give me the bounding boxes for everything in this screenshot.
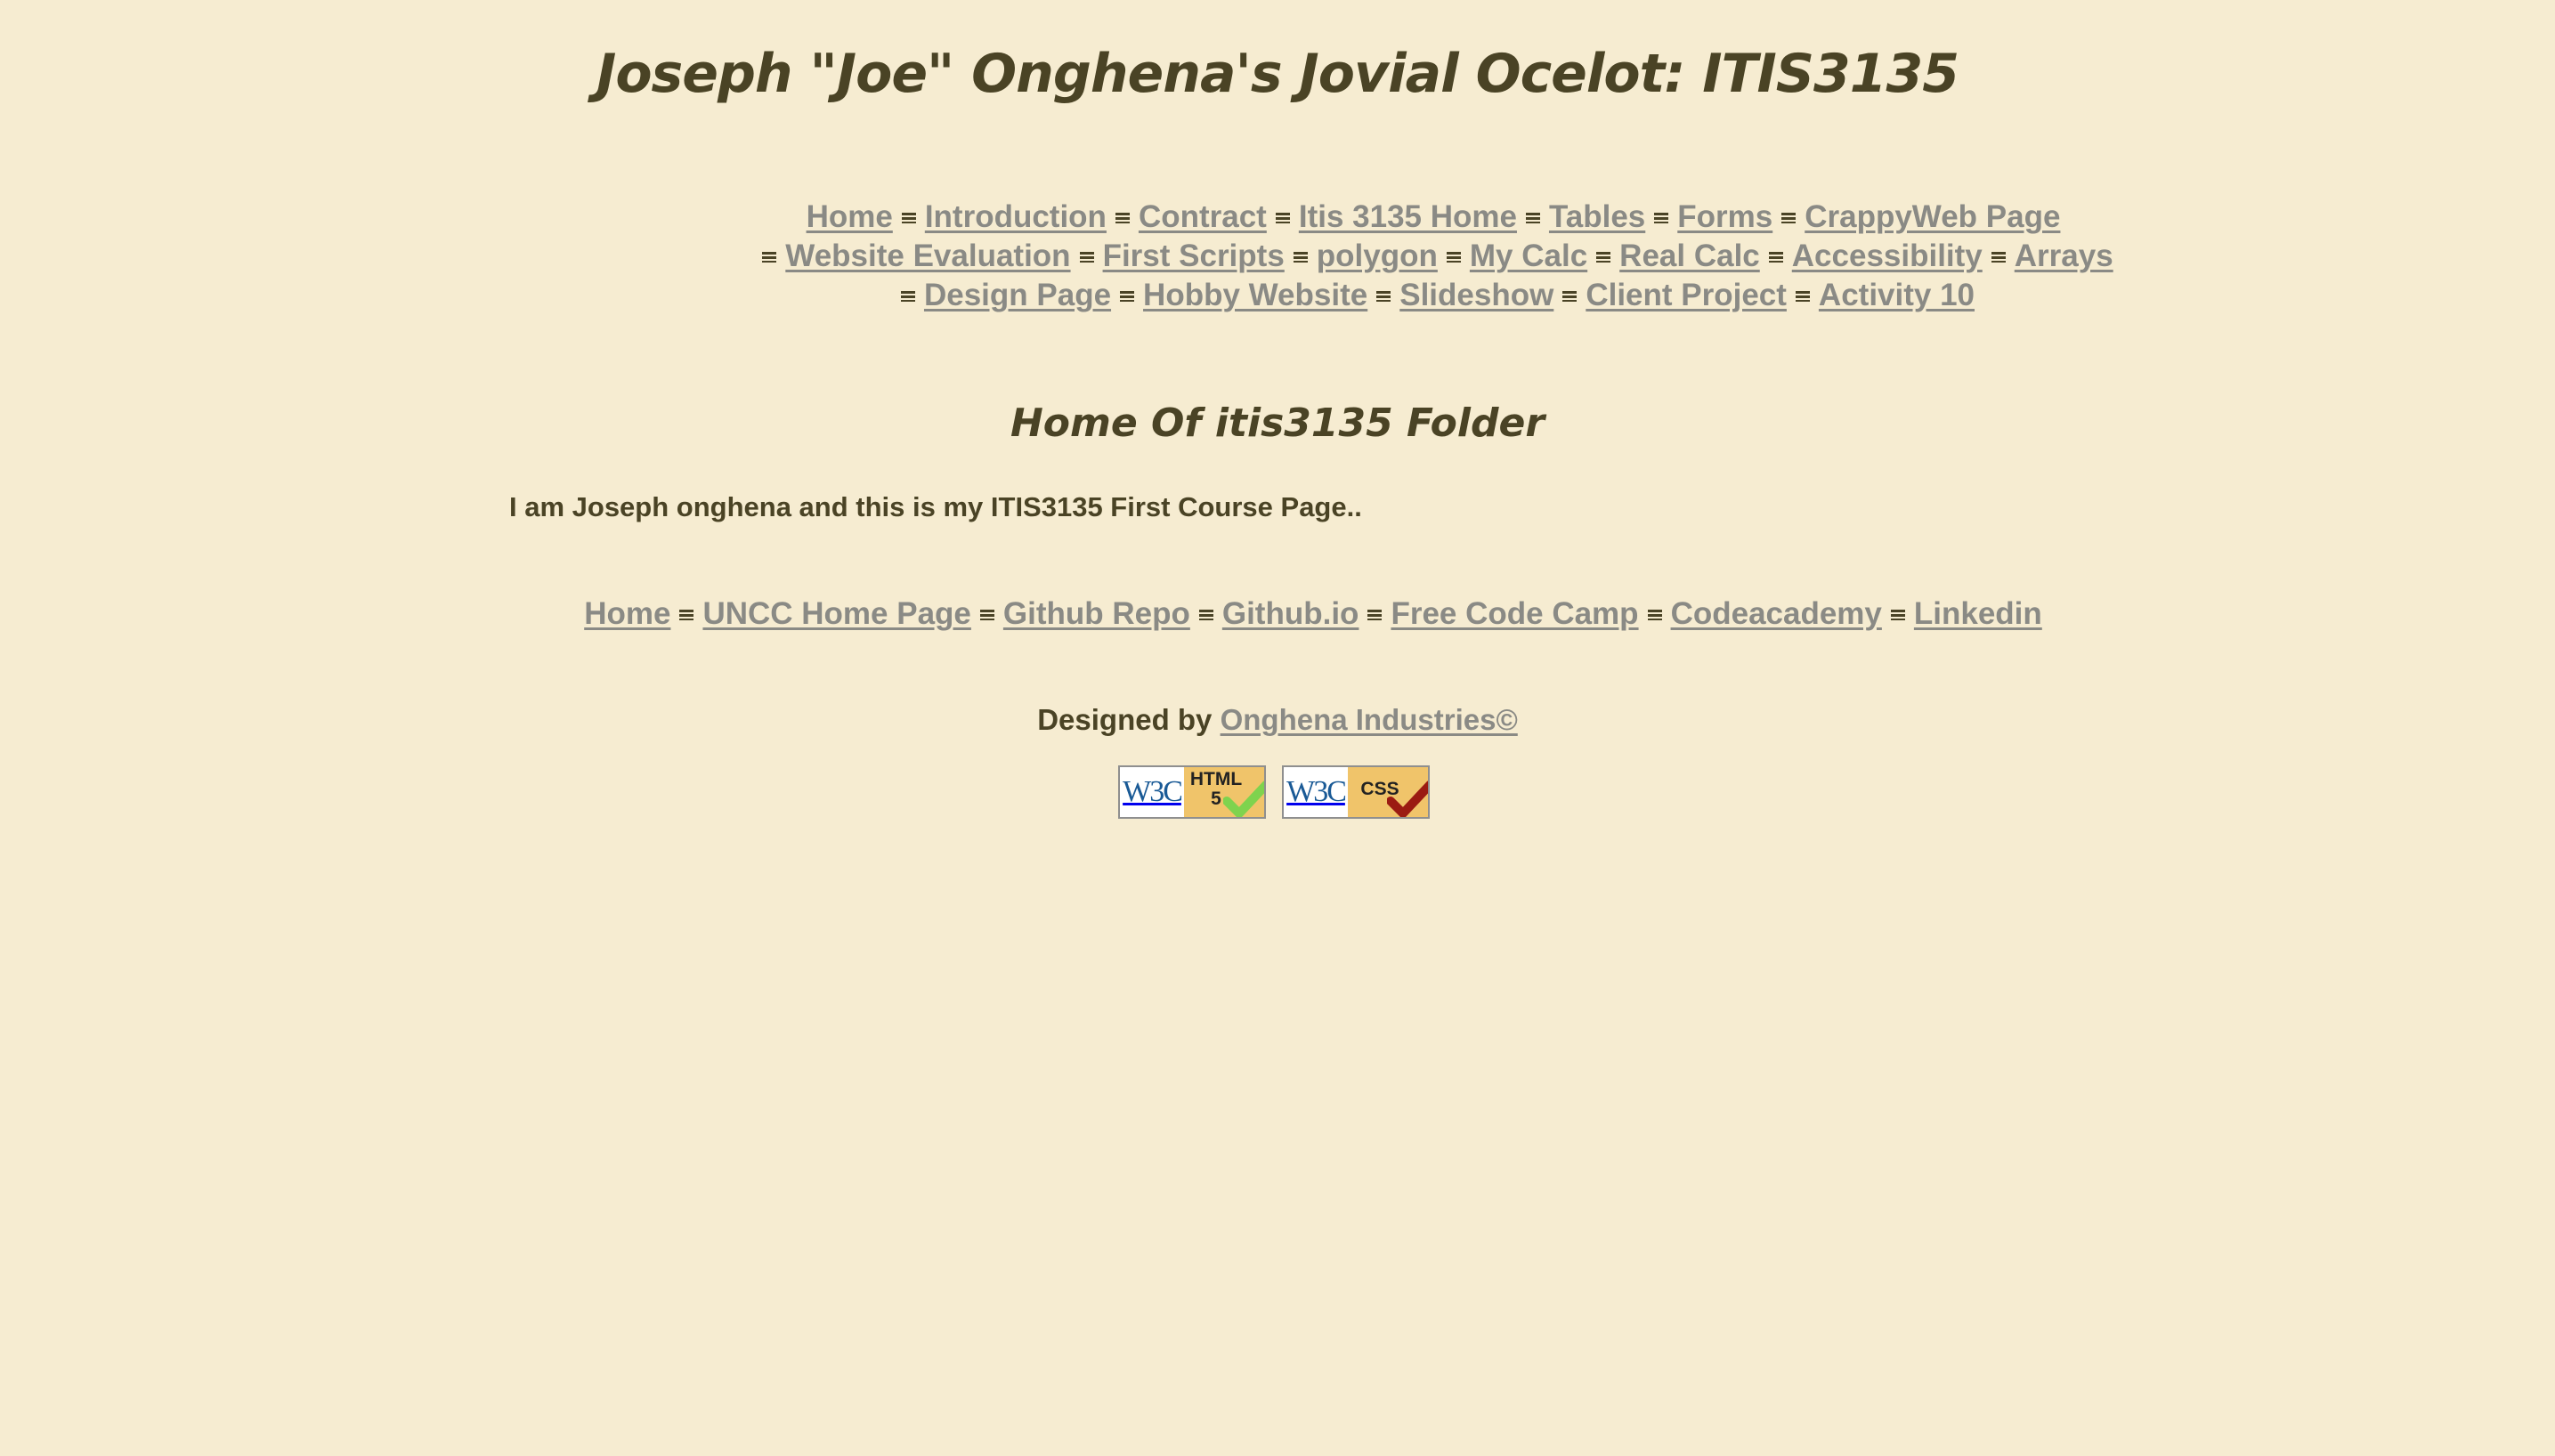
w3c-html5-badge-icon[interactable]: W3C HTML 5 [1118,765,1266,819]
separator-icon [762,251,777,263]
separator-icon [1446,251,1461,263]
nav-link-home[interactable]: Home [807,199,893,234]
separator-icon [1781,212,1797,223]
separator-icon [1596,251,1611,263]
credit-prefix: Designed by [1037,703,1213,736]
nav-link-introduction[interactable]: Introduction [925,199,1107,234]
separator-icon [1079,251,1094,263]
separator-icon [1376,290,1391,302]
separator-icon [1768,251,1783,263]
nav-link-tables[interactable]: Tables [1549,199,1645,234]
nav-link-hobby-website[interactable]: Hobby Website [1143,278,1367,312]
nav-link-polygon[interactable]: polygon [1317,239,1438,273]
nav-link-contract[interactable]: Contract [1139,199,1267,234]
site-title: Joseph "Joe" Onghena's Jovial Ocelot: IT… [596,43,1959,105]
footer-link-github-io[interactable]: Github.io [1222,596,1359,631]
checkmark-icon [1223,781,1264,817]
nav-link-client-project[interactable]: Client Project [1586,278,1787,312]
checkmark-icon [1387,781,1428,817]
separator-icon [1275,212,1290,223]
nav-link-slideshow[interactable]: Slideshow [1399,278,1553,312]
footer-link-uncc-home-page[interactable]: UNCC Home Page [702,596,970,631]
nav-link-forms[interactable]: Forms [1677,199,1772,234]
separator-icon [900,290,915,302]
separator-icon [1890,609,1905,620]
intro-text: I am Joseph onghena and this is my ITIS3… [509,491,1362,522]
page: Joseph "Joe" Onghena's Jovial Ocelot: IT… [0,0,2555,1456]
nav-link-crappy-web-page[interactable]: CrappyWeb Page [1805,199,2060,234]
nav-link-real-calc[interactable]: Real Calc [1619,239,1760,273]
footer-link-linkedin[interactable]: Linkedin [1914,596,2042,631]
nav-link-arrays[interactable]: Arrays [2015,239,2113,273]
validation-badges: W3C HTML 5 W3C CSS [1118,765,1430,819]
footer-nav: Home UNCC Home Page Github Repo Github.io Fr… [499,595,2128,634]
separator-icon [679,609,694,620]
nav-link-design-page[interactable]: Design Page [924,278,1111,312]
nav-line-2: Website Evaluation First Scripts polygon My… [623,237,2243,276]
separator-icon [1562,290,1578,302]
separator-icon [1525,212,1540,223]
separator-icon [1991,251,2006,263]
separator-icon [979,609,994,620]
nav-link-accessibility[interactable]: Accessibility [1792,239,1983,273]
separator-icon [1647,609,1662,620]
nav-line-3: Design Page Hobby Website Slideshow Client … [623,276,2243,315]
separator-icon [1293,251,1308,263]
separator-icon [1654,212,1669,223]
html5-tag: HTML 5 [1184,767,1264,817]
credit-link[interactable]: Onghena Industries© [1221,703,1518,736]
css-tag: CSS [1348,767,1428,817]
main-nav: Home Introduction Contract Itis 3135 Home Ta… [623,198,2243,315]
w3c-logo-text: W3C [1286,775,1347,808]
designer-credit: Designed by Onghena Industries© [0,703,2555,737]
separator-icon [1115,212,1130,223]
nav-line-1: Home Introduction Contract Itis 3135 Home Ta… [623,198,2243,237]
nav-link-my-calc[interactable]: My Calc [1470,239,1587,273]
separator-icon [1198,609,1213,620]
nav-link-activity-10[interactable]: Activity 10 [1819,278,1975,312]
separator-icon [1367,609,1383,620]
nav-link-first-scripts[interactable]: First Scripts [1103,239,1285,273]
separator-icon [1795,290,1810,302]
separator-icon [1120,290,1135,302]
section-heading: Home Of itis3135 Folder [1010,400,1545,446]
footer-link-codeacademy[interactable]: Codeacademy [1671,596,1882,631]
w3c-logo-text: W3C [1123,775,1183,808]
w3c-css-badge-icon[interactable]: W3C CSS [1282,765,1430,819]
nav-link-itis-3135-home[interactable]: Itis 3135 Home [1299,199,1517,234]
footer-link-free-code-camp[interactable]: Free Code Camp [1391,596,1638,631]
separator-icon [901,212,916,223]
footer-link-github-repo[interactable]: Github Repo [1003,596,1190,631]
footer-link-home[interactable]: Home [584,596,670,631]
nav-link-website-evaluation[interactable]: Website Evaluation [785,239,1070,273]
